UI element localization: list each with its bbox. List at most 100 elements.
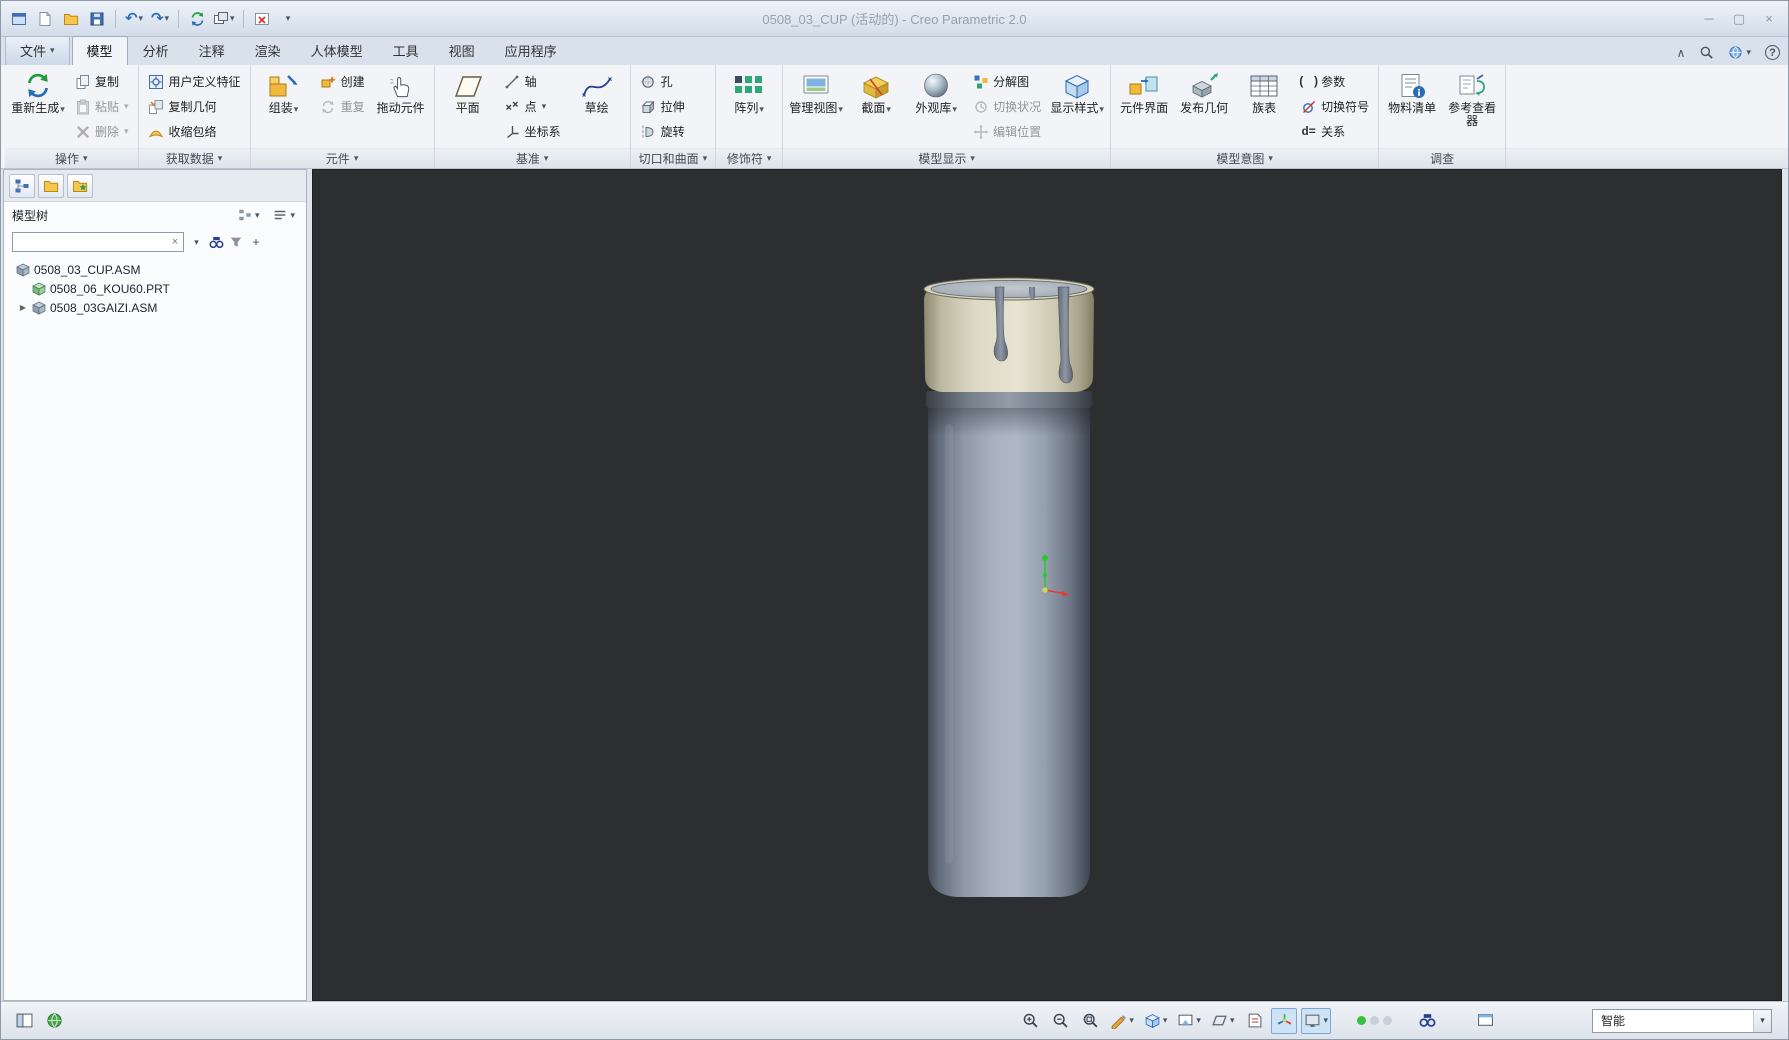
group-label-modifiers[interactable]: 修饰符 ▾ bbox=[716, 148, 783, 168]
undo-button[interactable]: ↶ ▾ bbox=[122, 7, 146, 31]
tree-settings-dropdown[interactable]: ▾ bbox=[270, 206, 298, 224]
regenerate-quick-button[interactable] bbox=[185, 7, 209, 31]
paste-button[interactable]: 粘贴 ▾ bbox=[69, 94, 134, 119]
group-label-model-intent[interactable]: 模型意图 ▾ bbox=[1111, 148, 1379, 168]
tree-filter-button[interactable] bbox=[228, 233, 244, 251]
selection-filter-combo[interactable]: 智能 ▾ bbox=[1592, 1008, 1772, 1033]
windows-button[interactable]: ▾ bbox=[211, 7, 237, 31]
sketch-button[interactable]: 草绘 bbox=[568, 67, 626, 117]
group-label-component[interactable]: 元件 ▾ bbox=[250, 148, 434, 168]
close-button[interactable]: × bbox=[1756, 9, 1782, 29]
component-interface-button[interactable]: 元件界面 bbox=[1115, 67, 1173, 117]
drag-component-button[interactable]: 拖动元件 bbox=[372, 67, 430, 117]
parameters-button[interactable]: ( ) 参数 bbox=[1295, 69, 1374, 94]
datum-display-filters-button[interactable]: ▾ bbox=[1208, 1008, 1238, 1034]
customize-qat-button[interactable]: ▾ bbox=[276, 7, 300, 31]
switch-symbols-button[interactable]: 切换符号 bbox=[1295, 94, 1374, 119]
tab-file[interactable]: 文件 ▾ bbox=[5, 36, 70, 65]
section-button[interactable]: 截面▾ bbox=[847, 67, 905, 117]
edit-position-button[interactable]: 编辑位置 bbox=[967, 119, 1046, 144]
revolve-button[interactable]: 旋转 bbox=[635, 119, 690, 144]
delete-button[interactable]: 删除 ▾ bbox=[69, 119, 134, 144]
tree-item-kou60-prt[interactable]: 0508_06_KOU60.PRT bbox=[6, 279, 304, 298]
group-label-datum[interactable]: 基准 ▾ bbox=[434, 148, 630, 168]
tree-expand-button[interactable]: + bbox=[248, 233, 264, 251]
app-menu-button[interactable] bbox=[7, 7, 31, 31]
group-label-model-display[interactable]: 模型显示 ▾ bbox=[783, 148, 1111, 168]
family-table-button[interactable]: 族表 bbox=[1235, 67, 1293, 117]
minimize-button[interactable]: ─ bbox=[1696, 9, 1722, 29]
restore-button[interactable]: ▢ bbox=[1726, 9, 1752, 29]
tab-analysis[interactable]: 分析 bbox=[128, 36, 184, 65]
datum-plane-button[interactable]: 平面 bbox=[439, 67, 497, 117]
orientation-mode-button[interactable]: ▾ bbox=[1301, 1007, 1331, 1034]
navigator-toggle-button[interactable] bbox=[11, 1008, 37, 1034]
repeat-button[interactable]: 重复 bbox=[315, 94, 370, 119]
copy-button[interactable]: 复制 bbox=[69, 69, 134, 94]
regenerate-button[interactable]: 重新生成▾ bbox=[9, 67, 67, 117]
bom-button[interactable]: 物料清单 bbox=[1383, 67, 1441, 117]
find-in-tree-button[interactable] bbox=[208, 233, 224, 251]
tree-show-dropdown[interactable]: ▾ bbox=[235, 206, 263, 224]
redo-button[interactable]: ↷ ▾ bbox=[148, 7, 172, 31]
group-label-investigate[interactable]: 调查 bbox=[1379, 148, 1506, 168]
folder-browser-tab[interactable] bbox=[38, 173, 64, 198]
favorites-tab[interactable] bbox=[67, 173, 93, 198]
tab-model[interactable]: 模型 bbox=[71, 36, 128, 65]
tab-annotate[interactable]: 注释 bbox=[184, 36, 240, 65]
datum-axis-button[interactable]: 轴 bbox=[499, 69, 566, 94]
command-search-button[interactable] bbox=[1695, 43, 1718, 62]
window-button[interactable] bbox=[1472, 1008, 1498, 1034]
tab-manikin[interactable]: 人体模型 bbox=[296, 36, 378, 65]
model-tree-tab[interactable] bbox=[9, 173, 35, 198]
search-options-dropdown[interactable]: ▾ bbox=[188, 233, 204, 251]
display-style-button[interactable]: 显示样式▾ bbox=[1048, 67, 1106, 117]
manage-views-button[interactable]: 管理视图▾ bbox=[787, 67, 845, 117]
tab-tools[interactable]: 工具 bbox=[378, 36, 434, 65]
datum-point-button[interactable]: 点 ▾ bbox=[499, 94, 566, 119]
assemble-button[interactable]: 组装▾ bbox=[255, 67, 313, 117]
publish-geometry-button[interactable]: 发布几何 bbox=[1175, 67, 1233, 117]
datum-csys-button[interactable]: 坐标系 bbox=[499, 119, 566, 144]
zoom-in-button[interactable] bbox=[1017, 1008, 1043, 1034]
toggle-status-button[interactable]: 切换状况 bbox=[967, 94, 1046, 119]
tree-item-root-asm[interactable]: 0508_03_CUP.ASM bbox=[6, 260, 304, 279]
caret-icon[interactable]: ▾ bbox=[1753, 1009, 1771, 1032]
copy-geometry-button[interactable]: 复制几何 bbox=[143, 94, 246, 119]
minimize-ribbon-button[interactable]: ∧ bbox=[1673, 44, 1690, 62]
exploded-view-button[interactable]: 分解图 bbox=[967, 69, 1046, 94]
clear-search-button[interactable]: × bbox=[167, 236, 183, 248]
find-button[interactable] bbox=[1414, 1008, 1440, 1034]
tree-item-gaizi-asm[interactable]: ▶ 0508_03GAIZI.ASM bbox=[6, 298, 304, 317]
group-label-get-data[interactable]: 获取数据 ▾ bbox=[138, 148, 250, 168]
tab-view[interactable]: 视图 bbox=[434, 36, 490, 65]
group-label-cut-surface[interactable]: 切口和曲面 ▾ bbox=[630, 148, 716, 168]
appearance-gallery-button[interactable]: 外观库▾ bbox=[907, 67, 965, 117]
help-button[interactable]: ? bbox=[1761, 43, 1784, 62]
group-label-operations[interactable]: 操作 ▾ bbox=[5, 148, 138, 168]
display-style-quick-button[interactable]: ▾ bbox=[1141, 1008, 1171, 1034]
reference-viewer-button[interactable]: 参考查看器 bbox=[1443, 67, 1501, 130]
hole-button[interactable]: 孔 bbox=[635, 69, 690, 94]
shrinkwrap-button[interactable]: 收缩包络 bbox=[143, 119, 246, 144]
open-file-button[interactable] bbox=[59, 7, 83, 31]
graphics-viewport[interactable] bbox=[312, 169, 1782, 1001]
saved-orientations-button[interactable]: ▾ bbox=[1174, 1008, 1204, 1034]
tab-render[interactable]: 渲染 bbox=[240, 36, 296, 65]
repaint-button[interactable]: ▾ bbox=[1107, 1008, 1137, 1034]
annotation-display-button[interactable] bbox=[1241, 1008, 1267, 1034]
resources-button[interactable]: ▾ bbox=[1724, 43, 1755, 62]
tab-applications[interactable]: 应用程序 bbox=[490, 36, 572, 65]
browser-toggle-button[interactable] bbox=[41, 1008, 67, 1034]
relations-button[interactable]: d= 关系 bbox=[1295, 119, 1374, 144]
udf-button[interactable]: 用户定义特征 bbox=[143, 69, 246, 94]
create-component-button[interactable]: 创建 bbox=[315, 69, 370, 94]
zoom-out-button[interactable] bbox=[1047, 1008, 1073, 1034]
close-window-button[interactable] bbox=[250, 7, 274, 31]
save-button[interactable] bbox=[85, 7, 109, 31]
expand-arrow-icon[interactable]: ▶ bbox=[18, 303, 28, 312]
extrude-button[interactable]: 拉伸 bbox=[635, 94, 690, 119]
tree-search-input[interactable] bbox=[13, 234, 167, 250]
pattern-button[interactable]: 阵列▾ bbox=[720, 67, 778, 117]
spin-center-toggle[interactable] bbox=[1271, 1007, 1298, 1034]
